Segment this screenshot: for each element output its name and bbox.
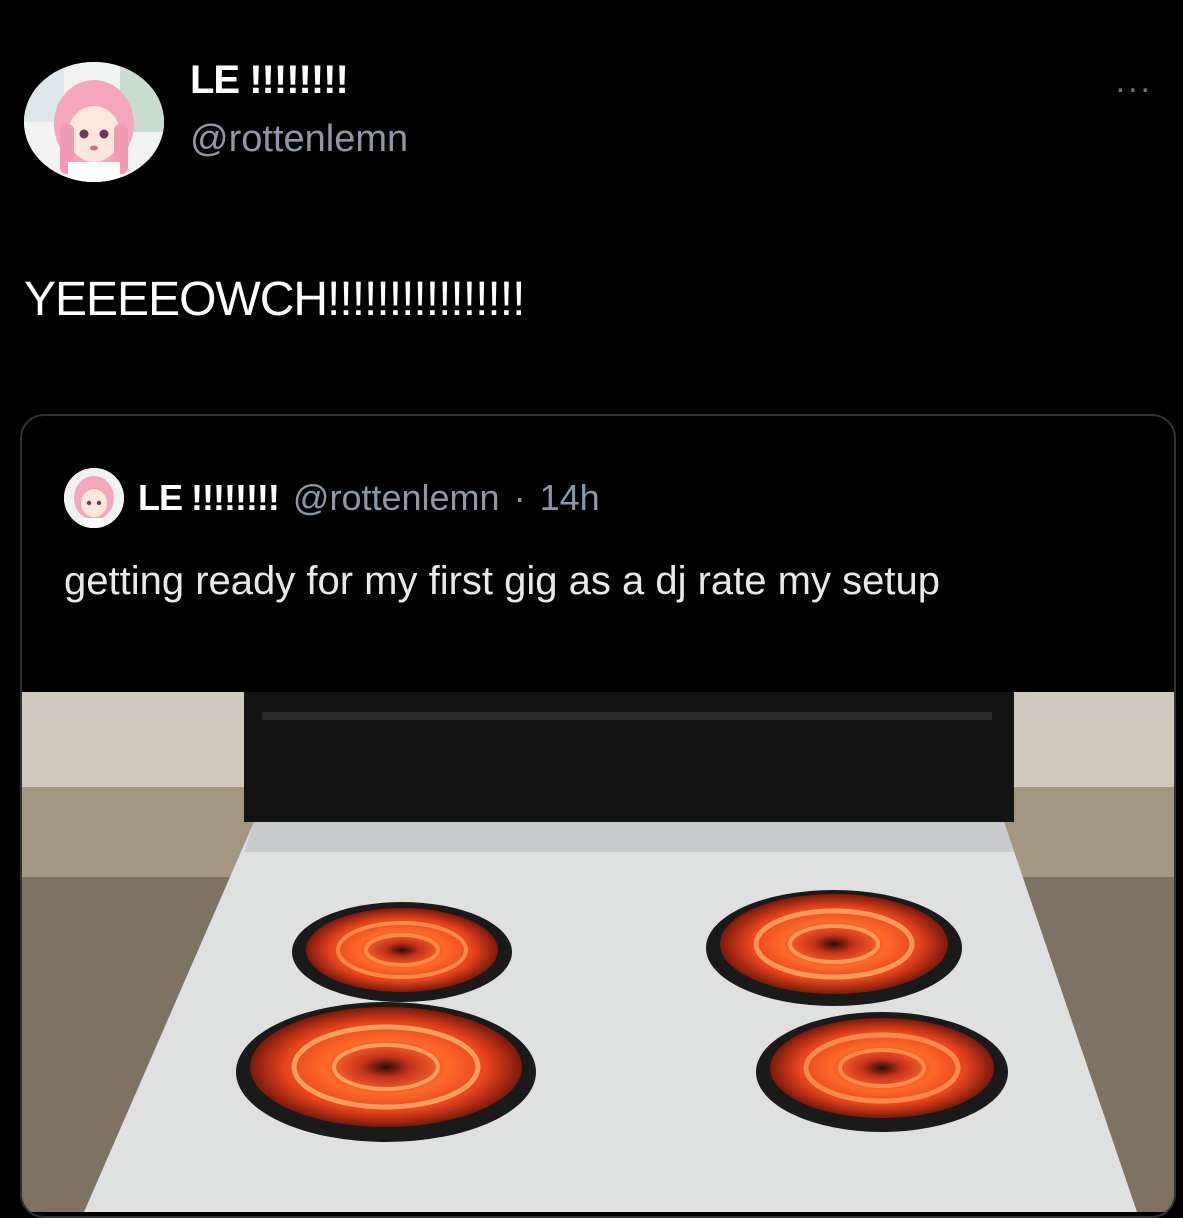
tweet-text: YEEEEOWCH!!!!!!!!!!!!!!!! bbox=[24, 273, 525, 326]
burner-front-right bbox=[756, 1012, 1008, 1132]
anime-girl-avatar-icon bbox=[24, 62, 164, 182]
anime-girl-avatar-icon bbox=[64, 468, 124, 528]
more-options-icon[interactable]: ... bbox=[1116, 62, 1153, 101]
quoted-author-display-name[interactable]: LE !!!!!!!! bbox=[138, 477, 280, 519]
author-display-name[interactable]: LE !!!!!!!! bbox=[190, 58, 349, 103]
quoted-tweet-time[interactable]: 14h bbox=[540, 477, 600, 519]
burner-front-left bbox=[236, 1002, 536, 1142]
author-avatar[interactable] bbox=[24, 62, 164, 182]
quoted-author-handle[interactable]: @rottenlemn bbox=[293, 477, 500, 519]
author-handle[interactable]: @rottenlemn bbox=[190, 118, 408, 161]
quoted-tweet-card[interactable]: LE !!!!!!!! @rottenlemn · 14h getting re… bbox=[20, 414, 1176, 1218]
quoted-tweet-text: getting ready for my first gig as a dj r… bbox=[64, 559, 940, 603]
separator-dot: · bbox=[513, 477, 526, 518]
quoted-tweet-image[interactable] bbox=[22, 692, 1174, 1212]
stove-burners-image bbox=[22, 692, 1174, 1212]
quoted-tweet-header: LE !!!!!!!! @rottenlemn · 14h bbox=[64, 468, 600, 528]
burner-back-right bbox=[706, 890, 962, 1006]
burner-back-left bbox=[292, 902, 512, 1002]
quoted-author-avatar[interactable] bbox=[64, 468, 124, 528]
